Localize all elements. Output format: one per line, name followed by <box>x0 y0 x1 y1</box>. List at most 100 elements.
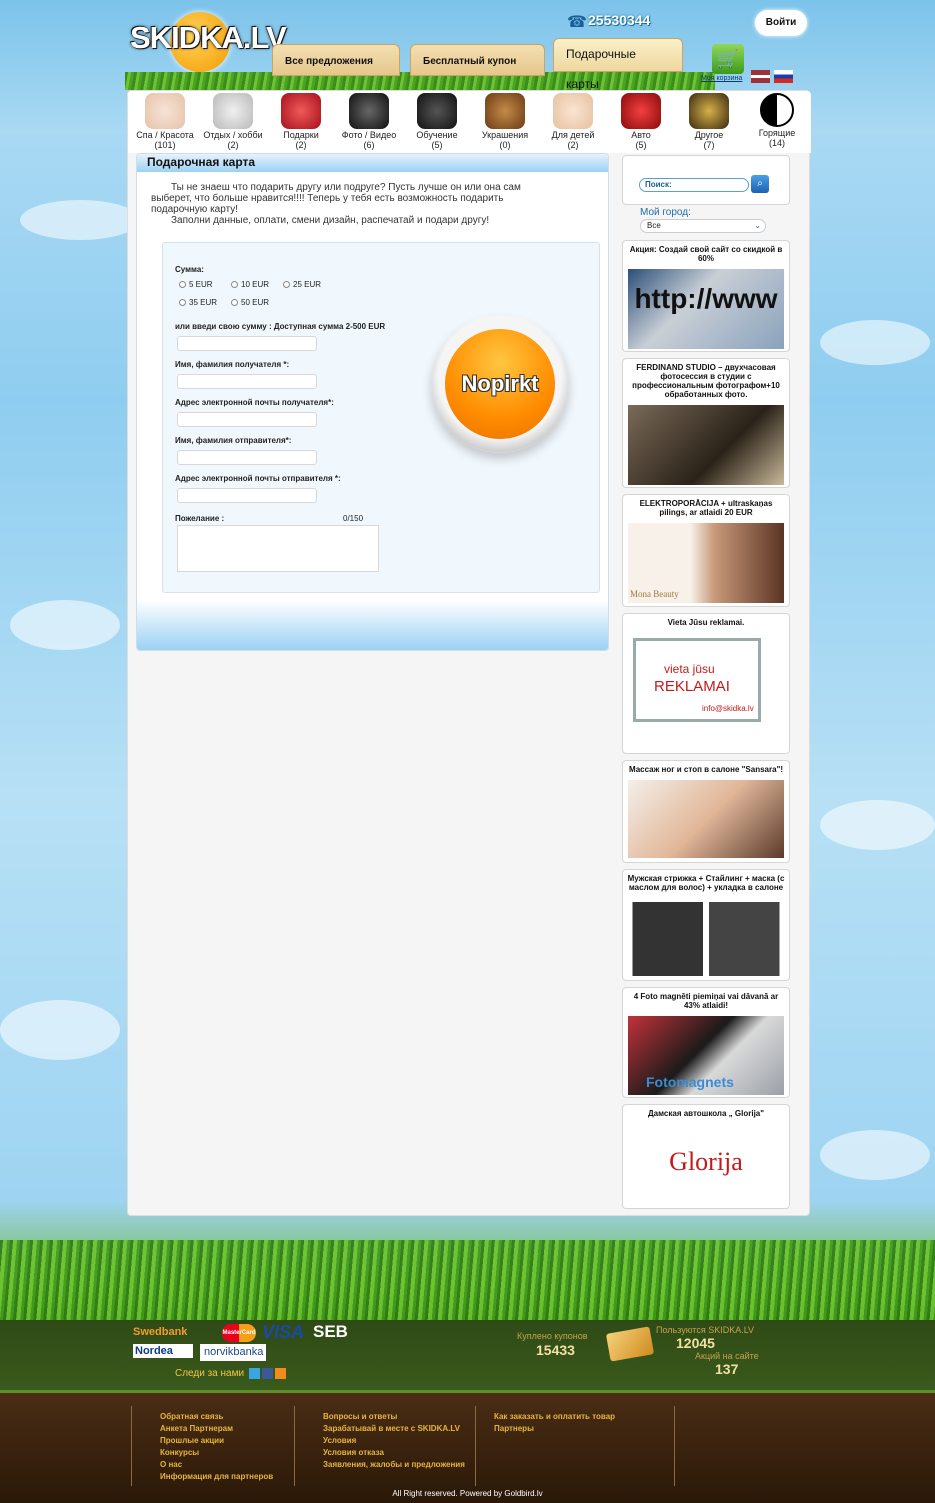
phone-icon: ☎ <box>567 14 587 31</box>
category-kids[interactable]: Для детей (2) <box>538 93 608 150</box>
promo-title: FERDINAND STUDIO – двухчасовая фотосесси… <box>632 363 780 399</box>
cart-link[interactable]: Моя корзина <box>701 75 742 82</box>
login-button[interactable]: Войти <box>755 10 807 36</box>
category-label: Обучение <box>416 130 458 140</box>
promo-text: info@skidka.lv <box>702 704 754 713</box>
footer-link-how-to-order[interactable]: Как заказать и оплатить товар <box>494 1411 615 1423</box>
promo-image[interactable] <box>628 405 784 485</box>
tab-free-coupon[interactable]: Бесплатный купон <box>410 44 545 76</box>
promo-image[interactable]: vieta jūsu REKLAMAI info@skidka.lv <box>628 638 784 748</box>
category-other[interactable]: Другое (7) <box>674 93 744 150</box>
coupons-bought-label: Куплено купонов <box>517 1331 588 1341</box>
custom-sum-label: или введи свою сумму : Доступная сумма 2… <box>175 322 386 331</box>
category-label: Авто <box>631 130 651 140</box>
category-jewelry[interactable]: Украшения (0) <box>470 93 540 150</box>
recipient-name-input[interactable] <box>177 374 317 389</box>
category-gifts[interactable]: Подарки (2) <box>266 93 336 150</box>
promo-text: REKLAMAI <box>654 678 730 695</box>
recipient-email-input[interactable] <box>177 412 317 427</box>
promo-title: Vieta Jūsu reklamai. <box>667 618 745 627</box>
sender-name-input[interactable] <box>177 450 317 465</box>
cart-icon[interactable]: 🛒 <box>712 44 744 74</box>
promo-card[interactable]: 4 Foto magnēti piemiņai vai dāvanā ar 43… <box>622 987 790 1098</box>
category-hot[interactable]: Горящие (14) <box>742 93 812 148</box>
norvikbanka-logo: norvikbanka <box>200 1344 266 1361</box>
amount-radio-5[interactable]: 5 EUR <box>179 280 213 289</box>
nordea-logo: Nordea <box>133 1344 193 1358</box>
promo-image[interactable]: http://www <box>628 269 784 349</box>
category-spa[interactable]: Спа / Красота (101) <box>130 93 200 150</box>
footer-link-faq[interactable]: Вопросы и ответы <box>323 1411 465 1423</box>
promo-card[interactable]: Мужская стрижка + Стайлинг + маска (с ма… <box>622 869 790 981</box>
recipient-name-label: Имя, фамилия получателя *: <box>175 360 290 369</box>
amount-radio-25[interactable]: 25 EUR <box>283 280 321 289</box>
footer-divider <box>131 1406 132 1486</box>
promo-image[interactable]: Mona Beauty <box>628 523 784 603</box>
footer-link-past-deals[interactable]: Прошлые акции <box>160 1435 273 1447</box>
cloud-decoration <box>820 800 935 850</box>
twitter-icon[interactable] <box>249 1368 260 1379</box>
promo-card[interactable]: Vieta Jūsu reklamai. vieta jūsu REKLAMAI… <box>622 613 790 754</box>
tab-all-offers[interactable]: Все предложения <box>272 44 400 76</box>
footer-link-feedback[interactable]: Обратная связь <box>160 1411 273 1423</box>
category-count: (5) <box>635 140 647 150</box>
buy-button[interactable]: Nopirkt <box>431 315 569 453</box>
city-select[interactable]: Все ⌄ <box>640 219 766 233</box>
rss-icon[interactable] <box>275 1368 286 1379</box>
cloud-decoration <box>10 600 120 650</box>
buy-button-label[interactable]: Nopirkt <box>445 329 555 439</box>
amount-radio-50[interactable]: 50 EUR <box>231 298 269 307</box>
facebook-icon[interactable] <box>262 1368 273 1379</box>
category-bar: Спа / Красота (101) Отдых / хобби (2) По… <box>128 91 811 153</box>
users-label: Пользуются SKIDKA.LV <box>656 1325 755 1335</box>
promo-image[interactable] <box>628 902 784 976</box>
coupons-bought-value: 15433 <box>536 1342 575 1358</box>
footer-link-partners[interactable]: Партнеры <box>494 1423 615 1435</box>
promo-image[interactable]: Fotomagnets <box>628 1016 784 1095</box>
flag-russian-icon[interactable] <box>774 70 793 83</box>
category-auto[interactable]: Авто (5) <box>606 93 676 150</box>
city-label: Мой город: <box>640 207 691 218</box>
amount-radio-35[interactable]: 35 EUR <box>179 298 217 307</box>
custom-sum-input[interactable] <box>177 336 317 351</box>
footer-link-contests[interactable]: Конкурсы <box>160 1447 273 1459</box>
footer-link-partner-form[interactable]: Анкета Партнерам <box>160 1423 273 1435</box>
promo-card[interactable]: FERDINAND STUDIO – двухчасовая фотосесси… <box>622 358 790 488</box>
city-value: Все <box>647 221 661 230</box>
footer-column-2: Вопросы и ответы Зарабатывай в месте с S… <box>323 1411 465 1471</box>
promo-card[interactable]: Дамская автошкола „ Glorija" Glorija <box>622 1104 790 1209</box>
category-label: Фото / Видео <box>341 130 397 140</box>
mastercard-logo: MasterCard <box>222 1324 256 1342</box>
flag-latvian-icon[interactable] <box>751 70 770 83</box>
footer-link-partner-info[interactable]: Информация для партнеров <box>160 1471 273 1483</box>
search-icon[interactable]: ⌕ <box>751 175 769 193</box>
promo-image[interactable] <box>628 780 784 858</box>
category-photo[interactable]: Фото / Видео (6) <box>334 93 404 150</box>
promo-card[interactable]: Массаж ног и стоп в салоне "Sansara"! <box>622 760 790 863</box>
promo-card[interactable]: Акция: Создай свой сайт со скидкой в 60%… <box>622 240 790 352</box>
amount-radio-10[interactable]: 10 EUR <box>231 280 269 289</box>
category-education[interactable]: Обучение (5) <box>402 93 472 150</box>
footer-link-about[interactable]: О нас <box>160 1459 273 1471</box>
promo-image[interactable]: Glorija <box>628 1127 784 1205</box>
footer-divider <box>674 1406 675 1486</box>
category-leisure[interactable]: Отдых / хобби (2) <box>198 93 268 150</box>
wish-textarea[interactable] <box>177 525 379 572</box>
chevron-down-icon: ⌄ <box>754 221 761 230</box>
footer-column-3: Как заказать и оплатить товар Партнеры <box>494 1411 615 1435</box>
search-input[interactable]: Поиск: <box>639 178 749 192</box>
tab-gift-cards[interactable]: Подарочные карты <box>553 38 683 91</box>
footer-link-earn[interactable]: Зарабатывай в месте с SKIDKA.LV <box>323 1423 465 1435</box>
sender-email-input[interactable] <box>177 488 317 503</box>
footer-link-refund[interactable]: Условия отказа <box>323 1447 465 1459</box>
swedbank-logo: Swedbank <box>133 1326 188 1338</box>
recipient-email-label: Адрес электронной почты получателя*: <box>175 398 334 407</box>
promo-title: 4 Foto magnēti piemiņai vai dāvanā ar 43… <box>633 992 779 1010</box>
promo-title: ELEKTROPORĀCIJA + ultraskaņas pilings, a… <box>639 499 773 517</box>
promo-card[interactable]: ELEKTROPORĀCIJA + ultraskaņas pilings, a… <box>622 494 790 607</box>
footer-link-terms[interactable]: Условия <box>323 1435 465 1447</box>
sports-icon <box>213 93 253 129</box>
footer-link-complaints[interactable]: Заявления, жалобы и предложения <box>323 1459 465 1471</box>
car-icon <box>621 93 661 129</box>
treasure-chest-icon <box>485 93 525 129</box>
